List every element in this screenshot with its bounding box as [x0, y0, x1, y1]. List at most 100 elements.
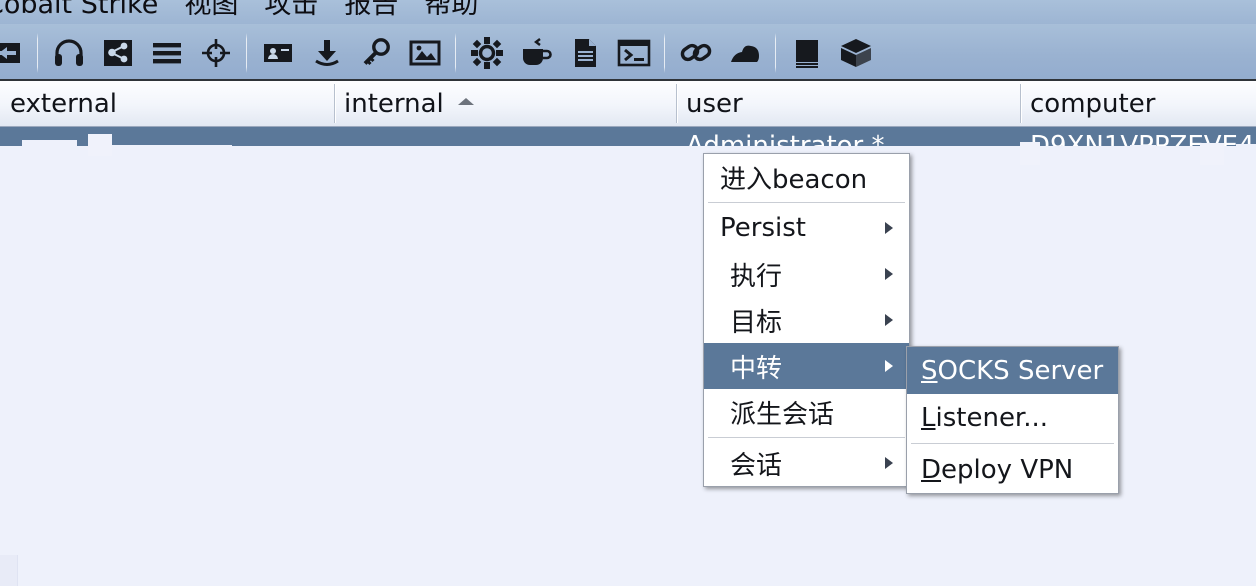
- menu-cobalt-strike[interactable]: Cobalt Strike: [0, 0, 171, 24]
- toolbar-host-java-app[interactable]: [511, 24, 560, 81]
- targets-icon: [199, 36, 233, 70]
- submenu-arrow-icon: [885, 314, 893, 326]
- toolbar-credentials[interactable]: [253, 24, 302, 81]
- session-table-icon: [150, 36, 184, 70]
- menu-item-access[interactable]: 执行: [704, 251, 909, 297]
- redaction-overlay: [22, 140, 77, 149]
- submenu-item-deploy-vpn[interactable]: Deploy VPN: [907, 446, 1118, 493]
- menu-item-persist[interactable]: Persist: [704, 205, 909, 251]
- column-divider[interactable]: [1020, 84, 1021, 123]
- menu-item-label: 派生会话: [730, 399, 835, 430]
- toolbar-targets[interactable]: [191, 24, 240, 81]
- toolbar-screenshots[interactable]: [400, 24, 449, 81]
- toolbar-separator: [37, 32, 38, 73]
- screenshots-icon: [408, 36, 442, 70]
- menu-reporting[interactable]: 报告: [331, 0, 411, 24]
- gear-icon: [470, 36, 504, 70]
- credentials-icon: [261, 36, 295, 70]
- context-menu[interactable]: 进入beacon Persist 执行目标中转派生会话会话: [703, 153, 910, 487]
- toolbar-cloud[interactable]: [720, 24, 769, 81]
- toolbar-link[interactable]: [671, 24, 720, 81]
- console-icon: [617, 36, 651, 70]
- cloud-icon: [728, 36, 762, 70]
- menu-bar: Cobalt Strike 视图 攻击 报告 帮助: [0, 0, 1256, 24]
- keystrokes-icon: [359, 36, 393, 70]
- toolbar-separator: [664, 32, 665, 73]
- column-header-label: computer: [1030, 88, 1156, 119]
- menu-item-label: 中转: [730, 353, 783, 384]
- toolbar-session-table[interactable]: [142, 24, 191, 81]
- column-header-label: internal: [344, 88, 444, 119]
- menu-item-mnemonic: S: [921, 355, 938, 386]
- column-header-label: user: [686, 88, 743, 119]
- column-header-label: external: [10, 88, 117, 119]
- menu-item-spawn[interactable]: 派生会话: [704, 389, 909, 435]
- document-icon: [568, 36, 602, 70]
- cobalt-strike-window: Cobalt Strike 视图 攻击 报告 帮助 external internal us…: [0, 0, 1256, 586]
- menu-item-explore[interactable]: 目标: [704, 297, 909, 343]
- pivoting-submenu[interactable]: S OCKS Server Listener... Deploy VPN: [906, 346, 1119, 494]
- toolbar-separator: [246, 32, 247, 73]
- toolbar-host-file[interactable]: [560, 24, 609, 81]
- cube-icon: [839, 36, 873, 70]
- menu-item-label: 会话: [730, 450, 783, 481]
- redaction-overlay: [1070, 147, 1098, 165]
- toolbar-separator: [775, 32, 776, 73]
- menu-item-label: 进入beacon: [720, 164, 868, 195]
- menu-item-mnemonic: L: [921, 402, 936, 433]
- submenu-arrow-icon: [885, 360, 893, 372]
- menu-item-pivoting[interactable]: 中转: [704, 343, 909, 389]
- pivot-graph-icon: [101, 36, 135, 70]
- menu-item-label: OCKS Server: [937, 355, 1104, 386]
- submenu-item-listener[interactable]: Listener...: [907, 394, 1118, 441]
- redaction-overlay: [1020, 142, 1040, 165]
- toolbar-listeners[interactable]: [44, 24, 93, 81]
- toolbar-malleable[interactable]: [831, 24, 880, 81]
- toolbar-downloads[interactable]: [302, 24, 351, 81]
- content-left-rail: [0, 555, 18, 586]
- toolbar-pivot-graph[interactable]: [93, 24, 142, 81]
- headphones-icon: [52, 36, 86, 70]
- coffee-cup-icon: [519, 36, 553, 70]
- toolbar: [0, 24, 1256, 81]
- submenu-arrow-icon: [885, 268, 893, 280]
- column-divider[interactable]: [334, 84, 335, 123]
- menu-item-label: 执行: [730, 261, 783, 292]
- downloads-icon: [310, 36, 344, 70]
- submenu-item-socks-server[interactable]: S OCKS Server: [907, 347, 1118, 394]
- table-row-selected[interactable]: Administrator *D9XN1VPPZEVE4: [0, 127, 1256, 165]
- toolbar-new-connection[interactable]: [0, 24, 31, 81]
- table-header: external internal user computer: [0, 81, 1256, 127]
- book-icon: [790, 36, 824, 70]
- redaction-overlay: [112, 145, 232, 157]
- menu-view[interactable]: 视图: [171, 0, 251, 24]
- menu-separator: [708, 437, 905, 438]
- redaction-overlay: [1130, 145, 1156, 165]
- menu-item-mnemonic: D: [921, 454, 942, 485]
- new-connection-icon: [0, 36, 24, 70]
- toolbar-keystrokes[interactable]: [351, 24, 400, 81]
- toolbar-scripted-web-delivery[interactable]: [462, 24, 511, 81]
- menu-attacks[interactable]: 攻击: [251, 0, 331, 24]
- menu-item-interact[interactable]: 进入beacon: [704, 154, 909, 200]
- toolbar-script-console[interactable]: [609, 24, 658, 81]
- toolbar-documentation[interactable]: [782, 24, 831, 81]
- submenu-arrow-icon: [885, 457, 893, 469]
- column-header-external[interactable]: external: [0, 81, 334, 126]
- menu-item-session[interactable]: 会话: [704, 440, 909, 486]
- column-header-computer[interactable]: computer: [1020, 81, 1256, 126]
- redaction-overlay: [400, 151, 700, 157]
- column-divider[interactable]: [676, 84, 677, 123]
- menu-separator: [708, 202, 905, 203]
- menu-item-label: Persist: [720, 213, 806, 243]
- column-header-internal[interactable]: internal: [334, 81, 676, 126]
- menu-help[interactable]: 帮助: [411, 0, 491, 24]
- column-header-user[interactable]: user: [676, 81, 1020, 126]
- menu-separator: [911, 443, 1114, 444]
- menu-item-label: eploy VPN: [941, 454, 1074, 485]
- sort-ascending-icon: [457, 98, 474, 105]
- submenu-arrow-icon: [885, 222, 893, 234]
- link-icon: [679, 36, 713, 70]
- redaction-overlay: [1200, 143, 1224, 165]
- redaction-overlay: [1236, 144, 1256, 165]
